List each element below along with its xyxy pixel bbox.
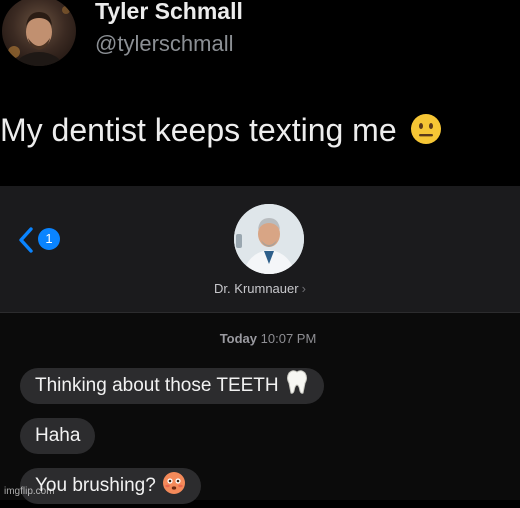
unread-badge: 1 <box>38 228 60 250</box>
tooth-icon <box>285 369 309 408</box>
neutral-face-icon <box>410 113 442 154</box>
chevron-right-icon: › <box>301 281 306 296</box>
timestamp-day: Today <box>219 331 258 346</box>
conversation-header: 1 Dr. Krumnauer › <box>0 186 520 313</box>
message-bubble[interactable]: Thinking about those TEETH <box>20 368 324 404</box>
messages-screenshot: 1 Dr. Krumnauer › Today 10:07 PM Thinking… <box>0 186 520 504</box>
contact-photo-icon <box>234 204 304 274</box>
contact-avatar[interactable] <box>234 204 304 274</box>
message-text: Haha <box>35 425 81 446</box>
message-text: Thinking about those TEETH <box>35 375 279 396</box>
message-timestamp: Today 10:07 PM <box>0 330 520 348</box>
tweet-text-content: My dentist keeps texting me <box>0 112 397 148</box>
contact-name-label: Dr. Krumnauer <box>214 281 299 296</box>
chevron-left-icon <box>19 227 33 253</box>
author-avatar[interactable] <box>2 0 76 66</box>
contact-name[interactable]: Dr. Krumnauer › <box>0 280 520 298</box>
author-handle[interactable]: @tylerschmall <box>95 30 233 58</box>
message-bubble[interactable]: Haha <box>20 418 96 454</box>
flushed-face-icon <box>162 471 186 508</box>
timestamp-time: 10:07 PM <box>260 331 317 346</box>
tweet-text: My dentist keeps texting me <box>0 110 442 154</box>
author-photo-icon <box>8 6 70 66</box>
author-name[interactable]: Tyler Schmall <box>95 0 243 26</box>
back-button[interactable]: 1 <box>16 226 68 254</box>
watermark: imgflip.com <box>4 486 55 497</box>
